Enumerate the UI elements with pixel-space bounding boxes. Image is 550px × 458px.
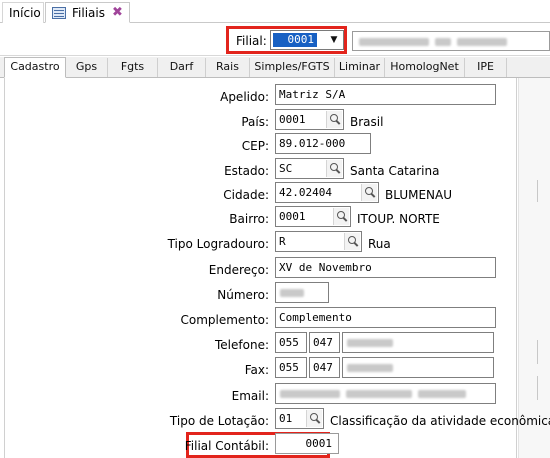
tab-inicio-label: Início	[9, 6, 41, 20]
fax-ddd-input[interactable]: 047	[309, 357, 340, 378]
cidade-label: Cidade:	[223, 188, 269, 202]
close-icon[interactable]: ✖	[112, 3, 123, 23]
cep-input[interactable]: 89.012-000	[275, 133, 371, 154]
pais-lookup[interactable]: 0001	[275, 109, 344, 130]
tipo-logradouro-label: Tipo Logradouro:	[167, 237, 269, 251]
bairro-label: Bairro:	[229, 212, 269, 226]
tipo-lotacao-label: Tipo de Lotação:	[169, 414, 269, 428]
filial-selected-value: 0001	[273, 33, 317, 47]
tab-cadastro[interactable]: Cadastro	[4, 57, 66, 78]
tab-filiais[interactable]: Filiais ✖	[45, 2, 130, 23]
tipo-logradouro-lookup[interactable]: R	[275, 231, 362, 252]
tab-homolognet[interactable]: HomologNet	[385, 58, 465, 77]
search-icon[interactable]	[361, 184, 377, 201]
telefone-ddd-input[interactable]: 047	[309, 332, 340, 353]
tipo-lotacao-description: Classificação da atividade econômica	[330, 414, 550, 428]
email-input[interactable]	[275, 383, 496, 404]
tipo-lotacao-lookup[interactable]: 01	[275, 408, 324, 429]
tipo-lotacao-value: 01	[279, 412, 293, 425]
tab-simples-fgts[interactable]: Simples/FGTS	[250, 58, 335, 77]
filial-select[interactable]: 0001 ▼	[270, 30, 344, 50]
pais-label: País:	[241, 115, 269, 129]
cidade-description: BLUMENAU	[385, 188, 453, 202]
tipo-logradouro-value: R	[279, 235, 286, 248]
tab-rais[interactable]: Rais	[206, 58, 250, 77]
pais-value: 0001	[279, 113, 306, 126]
endereco-input[interactable]: XV de Novembro	[275, 257, 496, 278]
table-icon	[52, 7, 66, 19]
telefone-number-input[interactable]	[342, 332, 494, 353]
telefone-label: Telefone:	[215, 338, 269, 352]
tab-filiais-label: Filiais	[72, 6, 105, 20]
bairro-description: ITOUP. NORTE	[357, 212, 440, 226]
search-icon[interactable]	[344, 233, 360, 250]
cep-label: CEP:	[241, 139, 269, 153]
estado-lookup[interactable]: SC	[275, 158, 344, 179]
numero-label: Número:	[217, 288, 269, 302]
tab-ipe[interactable]: IPE	[465, 58, 507, 77]
estado-value: SC	[279, 162, 293, 175]
apelido-label: Apelido:	[220, 90, 269, 104]
apelido-input[interactable]: Matriz S/A	[275, 84, 496, 105]
tab-fgts[interactable]: Fgts	[108, 58, 158, 77]
right-panel-strip	[518, 78, 550, 458]
search-icon[interactable]	[306, 410, 322, 427]
cidade-value: 42.02404	[279, 186, 332, 199]
search-icon[interactable]	[333, 208, 349, 225]
tab-gps[interactable]: Gps	[66, 58, 108, 77]
pais-description: Brasil	[350, 115, 384, 129]
filial-name-field	[352, 31, 550, 51]
fax-ddi-input[interactable]: 055	[275, 357, 307, 378]
tab-liminar[interactable]: Liminar	[335, 58, 385, 77]
tab-darf[interactable]: Darf	[158, 58, 206, 77]
search-icon[interactable]	[326, 160, 342, 177]
complemento-label: Complemento:	[180, 313, 269, 327]
fax-number-input[interactable]	[342, 357, 494, 378]
filial-contabil-label: Filial Contábil:	[184, 439, 269, 453]
chevron-down-icon[interactable]: ▼	[327, 32, 341, 48]
email-label: Email:	[231, 389, 269, 403]
complemento-input[interactable]: Complemento	[275, 307, 496, 328]
filial-label: Filial:	[236, 34, 267, 48]
fax-label: Fax:	[244, 363, 269, 377]
estado-description: Santa Catarina	[350, 164, 440, 178]
bairro-lookup[interactable]: 0001	[275, 206, 351, 227]
search-icon[interactable]	[326, 111, 342, 128]
estado-label: Estado:	[224, 164, 269, 178]
cidade-lookup[interactable]: 42.02404	[275, 182, 379, 203]
filial-contabil-input[interactable]: 0001	[275, 433, 339, 454]
tab-inicio[interactable]: Início	[2, 2, 44, 23]
bairro-value: 0001	[279, 210, 306, 223]
numero-input[interactable]	[275, 282, 329, 303]
tipo-logradouro-description: Rua	[368, 237, 391, 251]
telefone-ddi-input[interactable]: 055	[275, 332, 307, 353]
endereco-label: Endereço:	[208, 263, 269, 277]
